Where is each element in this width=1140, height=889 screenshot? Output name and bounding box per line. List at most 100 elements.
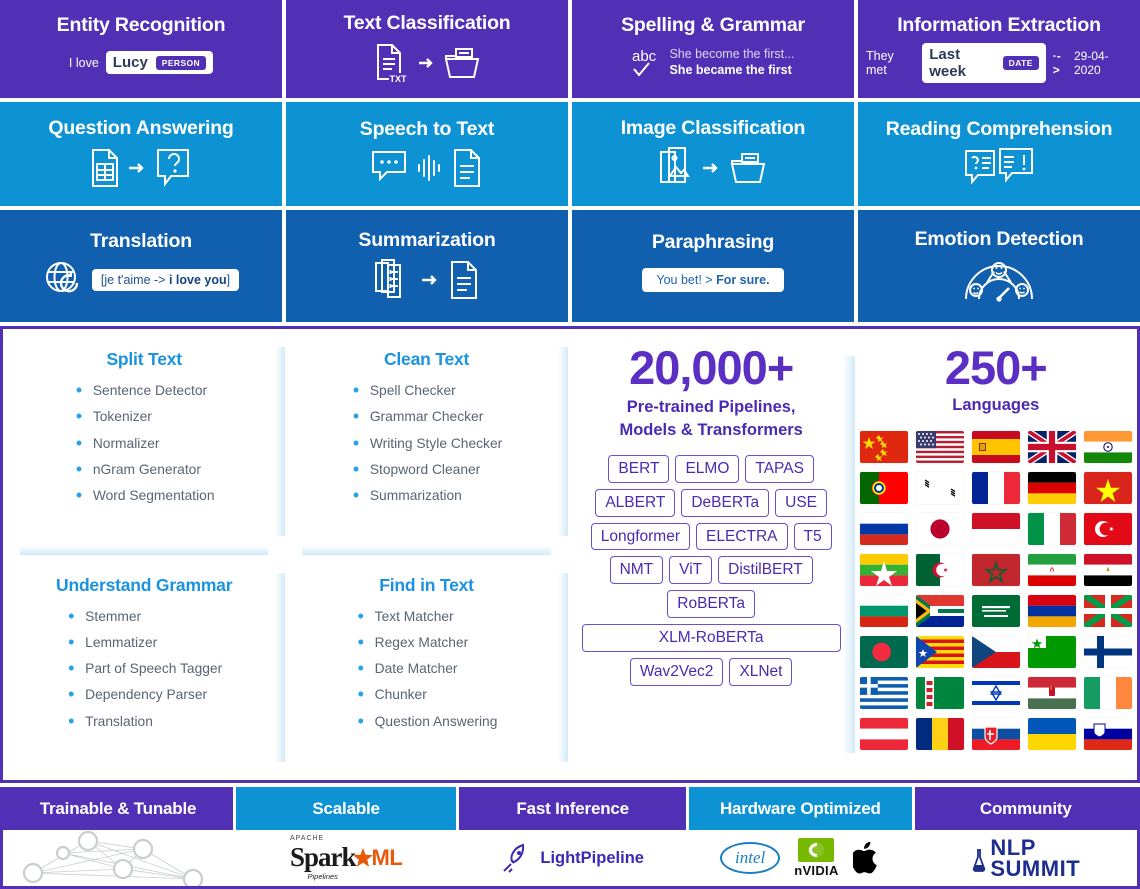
task-card-image-classification[interactable]: Image Classification [572,102,854,206]
star-icon [352,847,373,867]
task-card-paraphrasing[interactable]: Paraphrasing You bet! > For sure. [572,210,854,322]
models-count: 20,000+ [629,341,794,394]
feature-group-clean-text: Clean Text Spell Checker Grammar Checker… [285,329,569,555]
arrow-right-icon [703,162,718,173]
flag-slovenia [1083,718,1132,751]
card-title: Translation [90,230,192,253]
task-card-text-classification[interactable]: Text Classification TXT [286,0,568,98]
bottom-title: Scalable [236,787,457,830]
bottom-col-hardware-optimized: Hardware Optimized intel nVIDIA [689,787,912,886]
task-card-translation[interactable]: Translation [je t'aime -> i love you] [0,210,282,322]
card-title: Summarization [358,229,496,252]
summarization-visual [373,258,481,302]
nvidia-logo: nVIDIA [794,838,838,878]
divider [302,545,551,555]
rocket-icon [503,843,525,873]
task-card-summarization[interactable]: Summarization [286,210,568,322]
list-item: Translation [66,712,222,730]
flag-egypt [1083,554,1132,587]
dashed-arrow-icon: ·-> [1052,48,1061,77]
model-chip[interactable]: ELECTRA [696,522,788,551]
waveform-icon [418,154,440,181]
image-classification-visual [658,146,768,190]
model-chip[interactable]: DeBERTa [681,488,770,517]
translation-visual: [je t'aime -> i love you] [43,259,240,301]
flag-greece [859,677,908,710]
image-stack-icon [660,146,690,183]
question-exclamation-bubbles-icon [965,147,1033,185]
model-chip[interactable]: DistilBERT [718,556,813,585]
flag-italy [1027,513,1076,546]
model-chip[interactable]: BERT [608,454,670,483]
list-item: Regex Matcher [356,633,498,651]
feature-list: Stemmer Lemmatizer Part of Speech Tagger… [66,607,222,741]
bottom-logo-area [3,830,233,886]
flag-romania [915,718,964,751]
nvidia-eye-icon [798,838,835,862]
apple-logo-icon [852,841,877,874]
task-card-entity-recognition[interactable]: Entity Recognition I love Lucy PERSON [0,0,282,98]
flag-turkmenistan [915,677,964,710]
task-card-speech-to-text[interactable]: Speech to Text [286,102,568,206]
bottom-feature-bar: Trainable & Tunable Scalable APACHE Spar… [0,787,1140,889]
entity-word: Lucy [112,54,148,72]
model-chip-list: BERT ELMO TAPAS ALBERT DeBERTa USE Longf… [581,454,841,686]
translation-pill: [je t'aime -> i love you] [91,268,240,291]
model-chip[interactable]: T5 [793,522,832,551]
model-chip[interactable]: USE [775,488,827,517]
task-row-3: Translation [je t'aime -> i love you] Su… [0,210,1140,322]
card-title: Paraphrasing [651,231,775,254]
folder-icon [730,152,766,183]
flag-indonesia [971,513,1020,546]
list-item: Sentence Detector [74,381,215,399]
model-chip[interactable]: RoBERTa [667,590,756,618]
flag-austria [859,718,908,751]
paraphrasing-visual: You bet! > For sure. [642,260,784,300]
spark-ml-logo: APACHE Spark Pipelines ML [290,835,403,881]
task-card-spelling-grammar[interactable]: Spelling & Grammar abc She become the fi… [572,0,854,98]
model-chip[interactable]: TAPAS [745,454,814,483]
flag-france [971,472,1020,505]
infoext-tag-badge: DATE [1002,55,1039,70]
flag-japan [915,513,964,546]
reading-comprehension-visual [964,147,1034,189]
infoext-pill: Last week DATE [922,42,1046,83]
entity-recognition-visual: I love Lucy PERSON [68,43,214,83]
spelling-wrong-line: She become the first... [669,47,795,62]
task-card-information-extraction[interactable]: Information Extraction They met Last wee… [858,0,1140,98]
nvidia-label: nVIDIA [794,863,839,878]
list-item: Word Segmentation [74,486,215,504]
model-chip[interactable]: XLM-RoBERTa [581,623,841,652]
model-chip[interactable]: Wav2Vec2 [629,657,724,686]
model-chip[interactable]: NMT [609,556,664,585]
infoext-prefix-text: They met [866,48,894,77]
model-chip[interactable]: Longformer [590,522,690,551]
divider [19,545,269,555]
document-txt-icon: TXT [377,43,407,84]
model-chip[interactable]: XLNet [729,657,793,686]
chat-bubble-icon [372,150,406,182]
model-chip[interactable]: ViT [669,556,713,585]
task-card-reading-comprehension[interactable]: Reading Comprehension [858,102,1140,206]
task-card-emotion-detection[interactable]: Emotion Detection [858,210,1140,322]
arrow-right-icon [422,274,437,285]
flag-basque-country [1083,595,1132,628]
flag-russia [859,513,908,546]
arrow-right-icon [129,162,144,173]
flag-israel [971,677,1020,710]
feature-group-split-text: Split Text Sentence Detector Tokenizer N… [3,329,286,555]
task-card-question-answering[interactable]: Question Answering [0,102,282,206]
model-chip[interactable]: ELMO [675,454,740,483]
card-title: Image Classification [620,117,806,140]
text-document-icon [454,148,480,187]
entity-prefix-text: I love [68,55,99,70]
card-title: Question Answering [48,117,234,140]
bottom-col-trainable: Trainable & Tunable [3,787,233,886]
list-item: Date Matcher [356,659,498,677]
flag-united-kingdom [1027,431,1076,464]
flask-icon [973,849,986,872]
list-item: Grammar Checker [351,407,502,425]
model-chip[interactable]: ALBERT [595,488,676,517]
card-title: Emotion Detection [914,228,1084,251]
bottom-col-scalable: Scalable APACHE Spark Pipelines ML [236,787,457,886]
